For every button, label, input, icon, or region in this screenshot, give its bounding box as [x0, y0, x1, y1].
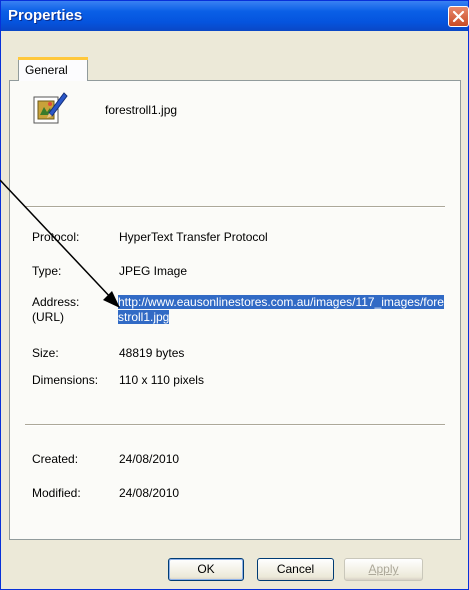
cancel-button[interactable]: Cancel	[257, 558, 334, 581]
created-value: 24/08/2010	[119, 452, 180, 466]
address-value[interactable]: http://www.eausonlinestores.com.au/image…	[118, 295, 448, 325]
separator	[25, 206, 445, 208]
type-value: JPEG Image	[119, 264, 188, 278]
type-label: Type:	[32, 264, 62, 278]
size-label: Size:	[32, 346, 59, 360]
modified-label: Modified:	[32, 486, 81, 500]
title-bar[interactable]: Properties	[1, 1, 469, 31]
size-value: 48819 bytes	[119, 346, 185, 360]
created-label: Created:	[32, 452, 79, 466]
modified-value: 24/08/2010	[119, 486, 180, 500]
window-title: Properties	[8, 7, 83, 24]
image-file-icon	[33, 92, 68, 124]
separator	[25, 424, 445, 426]
dimensions-label: Dimensions:	[32, 373, 99, 387]
ok-button[interactable]: OK	[168, 558, 244, 581]
protocol-value: HyperText Transfer Protocol	[119, 230, 268, 244]
apply-button-label: Apply	[368, 562, 399, 576]
tab-general[interactable]: General	[18, 57, 88, 81]
tab-general-label: General	[25, 63, 68, 77]
file-name: forestroll1.jpg	[105, 103, 178, 117]
properties-dialog: Properties General forestroll1.jpg Proto…	[0, 0, 469, 590]
url-label: (URL)	[32, 310, 64, 324]
address-label: Address:	[32, 295, 80, 309]
close-button[interactable]	[448, 6, 469, 27]
apply-button[interactable]: Apply	[344, 558, 423, 581]
address-url-text[interactable]: http://www.eausonlinestores.com.au/image…	[118, 295, 444, 324]
dimensions-value: 110 x 110 pixels	[119, 373, 204, 387]
protocol-label: Protocol:	[32, 230, 80, 244]
close-icon	[452, 10, 465, 23]
